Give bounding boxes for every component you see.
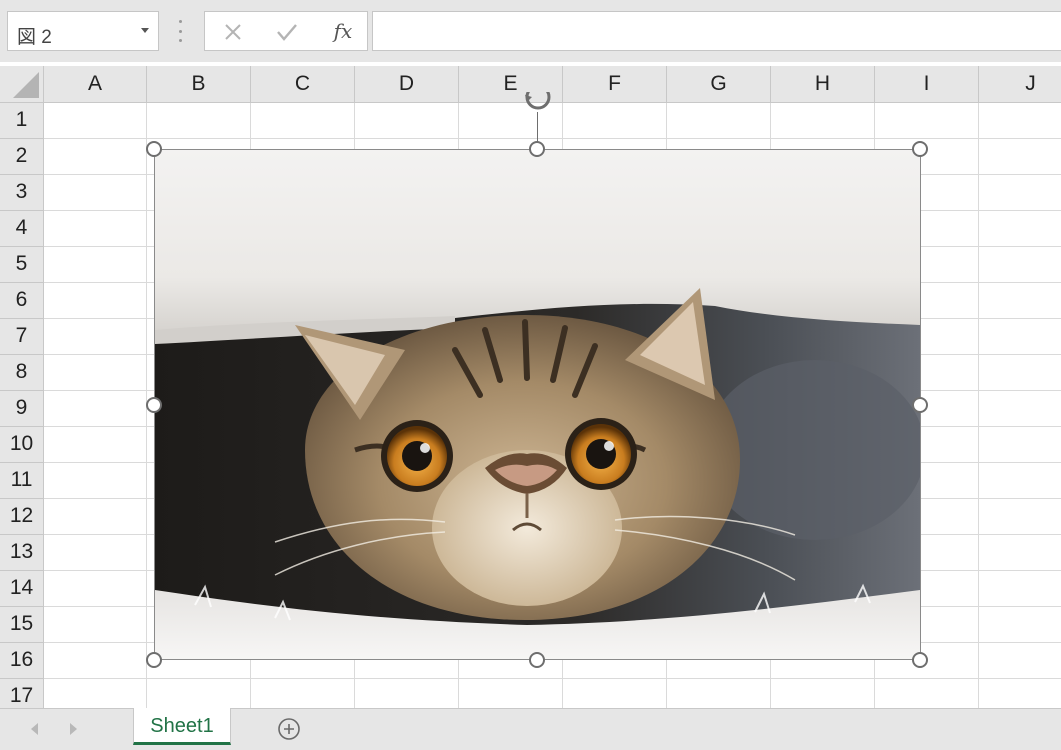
chevron-left-icon[interactable]	[31, 723, 38, 735]
rotate-handle-icon[interactable]	[521, 92, 555, 112]
sheet-tab-bar: Sheet1	[0, 708, 1061, 750]
row-header-9[interactable]: 9	[0, 391, 43, 427]
row-header-14[interactable]: 14	[0, 571, 43, 607]
formula-buttons: fx	[204, 11, 368, 51]
resize-handle-right[interactable]	[912, 397, 928, 413]
cat-picture[interactable]	[154, 149, 921, 660]
row-header-1[interactable]: 1	[0, 103, 43, 139]
name-box-value: 図 2	[17, 27, 52, 48]
column-header-i[interactable]: I	[875, 66, 979, 102]
select-all-icon	[13, 72, 39, 98]
column-header-b[interactable]: B	[147, 66, 251, 102]
select-all-button[interactable]	[0, 66, 44, 103]
resize-handle-bottom-left[interactable]	[146, 652, 162, 668]
row-header-2[interactable]: 2	[0, 139, 43, 175]
drag-handle-icon[interactable]	[177, 20, 183, 42]
column-header-a[interactable]: A	[44, 66, 147, 102]
row-header-13[interactable]: 13	[0, 535, 43, 571]
row-header-10[interactable]: 10	[0, 427, 43, 463]
row-header-11[interactable]: 11	[0, 463, 43, 499]
close-icon[interactable]	[221, 20, 245, 44]
chevron-down-icon[interactable]	[141, 28, 149, 33]
insert-function-button[interactable]: fx	[329, 17, 357, 43]
resize-handle-top-left[interactable]	[146, 141, 162, 157]
check-icon[interactable]	[275, 20, 299, 44]
row-header-8[interactable]: 8	[0, 355, 43, 391]
column-header-h[interactable]: H	[771, 66, 875, 102]
plus-circle-icon[interactable]	[277, 717, 301, 741]
column-header-f[interactable]: F	[563, 66, 667, 102]
row-header-3[interactable]: 3	[0, 175, 43, 211]
resize-handle-bottom[interactable]	[529, 652, 545, 668]
row-header-12[interactable]: 12	[0, 499, 43, 535]
row-headers: 1 2 3 4 5 6 7 8 9 10 11 12 13 14 15 16 1…	[0, 103, 44, 715]
column-header-g[interactable]: G	[667, 66, 771, 102]
row-header-7[interactable]: 7	[0, 319, 43, 355]
chevron-right-icon[interactable]	[70, 723, 77, 735]
row-header-4[interactable]: 4	[0, 211, 43, 247]
excel-window: 図 2 fx A B C D E F G H I J 1 2 3 4 5 6 7…	[0, 0, 1061, 750]
sheet-tab-sheet1[interactable]: Sheet1	[133, 708, 231, 745]
row-header-6[interactable]: 6	[0, 283, 43, 319]
resize-handle-top-right[interactable]	[912, 141, 928, 157]
column-header-c[interactable]: C	[251, 66, 355, 102]
resize-handle-bottom-right[interactable]	[912, 652, 928, 668]
resize-handle-top[interactable]	[529, 141, 545, 157]
column-header-d[interactable]: D	[355, 66, 459, 102]
formula-input[interactable]	[372, 11, 1061, 51]
resize-handle-left[interactable]	[146, 397, 162, 413]
column-header-j[interactable]: J	[979, 66, 1061, 102]
formula-bar: 図 2 fx	[0, 0, 1061, 62]
row-header-16[interactable]: 16	[0, 643, 43, 679]
row-header-15[interactable]: 15	[0, 607, 43, 643]
name-box[interactable]: 図 2	[7, 11, 159, 51]
row-header-5[interactable]: 5	[0, 247, 43, 283]
